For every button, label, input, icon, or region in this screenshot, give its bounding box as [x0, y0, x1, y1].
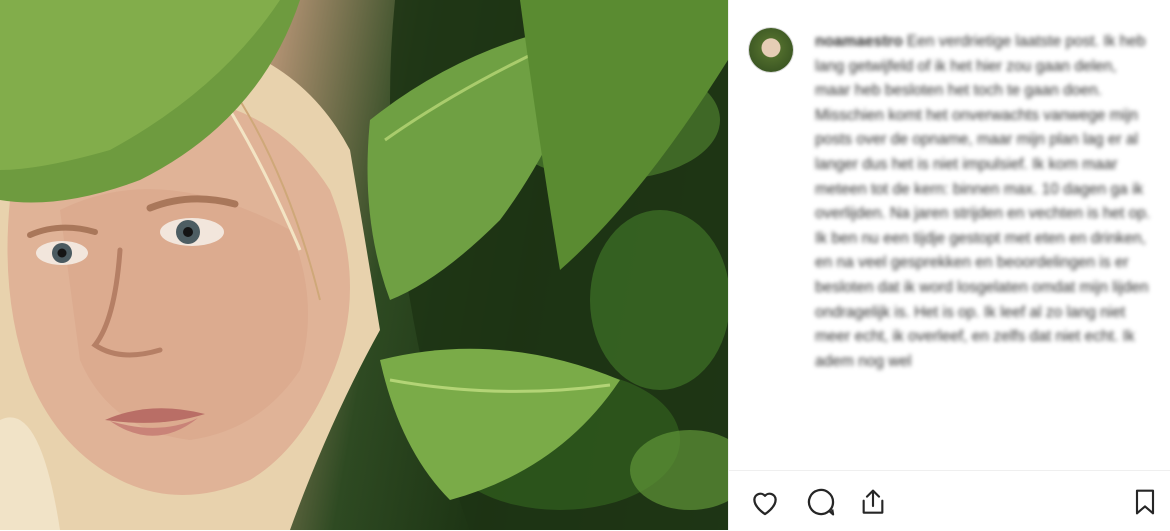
caption-username[interactable]: noamaestro — [815, 33, 903, 50]
instagram-post: noamaestro Een verdrietige laatste post. … — [0, 0, 1170, 531]
action-bar — [729, 470, 1170, 531]
share-button[interactable] — [855, 484, 891, 520]
bookmark-outline-icon — [1135, 489, 1155, 515]
like-button[interactable] — [747, 484, 783, 520]
post-photo[interactable] — [0, 0, 728, 530]
save-button[interactable] — [1127, 484, 1163, 520]
post-sidebar: noamaestro Een verdrietige laatste post. … — [728, 0, 1170, 531]
avatar[interactable] — [749, 28, 793, 72]
speech-bubble-icon — [807, 488, 835, 516]
share-upload-icon — [862, 489, 884, 514]
comment-button[interactable] — [803, 484, 839, 520]
post-caption: noamaestro Een verdrietige laatste post. … — [815, 30, 1155, 462]
portrait-among-leaves-image — [0, 0, 728, 530]
caption-fade — [729, 456, 1170, 470]
caption-text: Een verdrietige laatste post. Ik heb lan… — [815, 33, 1151, 370]
heart-outline-icon — [753, 492, 777, 516]
